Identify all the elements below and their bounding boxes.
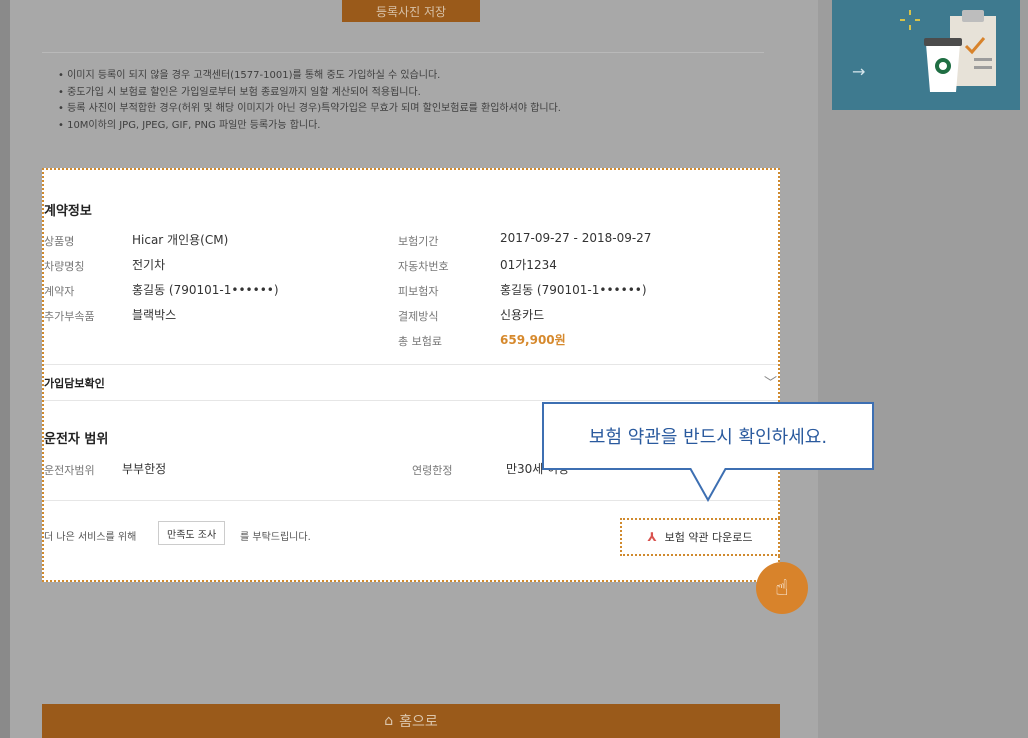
label-product: 상품명 — [44, 235, 75, 248]
satisfaction-survey-button[interactable]: 만족도 조사 — [158, 521, 226, 545]
divider — [44, 500, 778, 501]
sparkle-icon — [900, 10, 920, 30]
survey-prefix-text: 더 나은 서비스를 위해 — [44, 532, 137, 543]
value-car-name: 전기차 — [132, 258, 166, 272]
divider — [44, 364, 778, 365]
home-button[interactable]: ⌂ 홈으로 — [42, 704, 780, 738]
label-age-limit: 연령한정 — [412, 464, 453, 477]
value-payment-method: 신용카드 — [500, 308, 545, 322]
label-total-premium: 총 보험료 — [398, 335, 442, 348]
divider — [44, 400, 778, 401]
value-period: 2017-09-27 - 2018-09-27 — [500, 231, 652, 245]
promo-banner[interactable]: → — [832, 0, 1020, 110]
label-period: 보험기간 — [398, 235, 439, 248]
notice-list: • 이미지 등록이 되지 않을 경우 고객센터(1577-1001)를 통해 중… — [58, 68, 561, 134]
value-total-premium: 659,900원 — [500, 333, 566, 347]
notice-item: • 등록 사진이 부적합한 경우(허위 및 해당 이미지가 아닌 경우)특약가입… — [58, 103, 561, 114]
coffee-cup-icon — [924, 10, 996, 92]
terms-download-label: 보험 약관 다운로드 — [664, 531, 753, 544]
terms-download-button[interactable]: ⅄ 보험 약관 다운로드 — [620, 518, 780, 556]
value-accessory: 블랙박스 — [132, 308, 177, 322]
arrow-right-icon: → — [852, 62, 866, 81]
label-policyholder: 계약자 — [44, 285, 75, 298]
value-product: Hicar 개인용(CM) — [132, 233, 229, 247]
value-policyholder: 홍길동 (790101-1••••••) — [132, 283, 279, 297]
home-icon: ⌂ — [384, 713, 394, 729]
notice-item: • 이미지 등록이 되지 않을 경우 고객센터(1577-1001)를 통해 중… — [58, 70, 441, 81]
label-accessory: 추가부속품 — [44, 310, 95, 323]
label-payment-method: 결제방식 — [398, 310, 439, 323]
tap-hand-icon: ☝ — [756, 562, 808, 614]
section-title-driver: 운전자 범위 — [44, 432, 109, 447]
right-column — [818, 0, 1028, 738]
terms-tooltip: 보험 약관을 반드시 확인하세요. — [542, 402, 874, 470]
value-car-number: 01가1234 — [500, 258, 557, 272]
notice-item: • 10M이하의 JPG, JPEG, GIF, PNG 파일만 등록가능 합니… — [58, 119, 321, 131]
save-photo-button[interactable]: 등록사진 저장 — [342, 0, 480, 22]
coverage-accordion[interactable]: 가입담보확인 — [44, 375, 105, 391]
divider — [42, 52, 764, 53]
label-insured: 피보험자 — [398, 285, 439, 298]
value-insured: 홍길동 (790101-1••••••) — [500, 283, 647, 297]
contract-info-panel: 계약정보 상품명 Hicar 개인용(CM) 차량명칭 전기차 계약자 홍길동 … — [42, 168, 780, 582]
left-edge-strip — [0, 0, 10, 738]
section-title-contract: 계약정보 — [44, 204, 92, 219]
survey-suffix-text: 를 부탁드립니다. — [240, 532, 311, 543]
tooltip-tail — [689, 468, 727, 502]
tooltip-text: 보험 약관을 반드시 확인하세요. — [588, 427, 828, 448]
label-driver-range: 운전자범위 — [44, 464, 95, 477]
chevron-down-icon[interactable]: ﹀ — [764, 372, 777, 391]
pdf-icon: ⅄ — [647, 530, 657, 544]
label-car-name: 차량명칭 — [44, 260, 85, 273]
label-car-number: 자동차번호 — [398, 260, 449, 273]
home-label: 홈으로 — [399, 714, 438, 730]
notice-item: • 중도가입 시 보험료 할인은 가입일로부터 보험 종료일까지 일할 계산되어… — [58, 86, 421, 98]
value-driver-range: 부부한정 — [122, 462, 167, 476]
